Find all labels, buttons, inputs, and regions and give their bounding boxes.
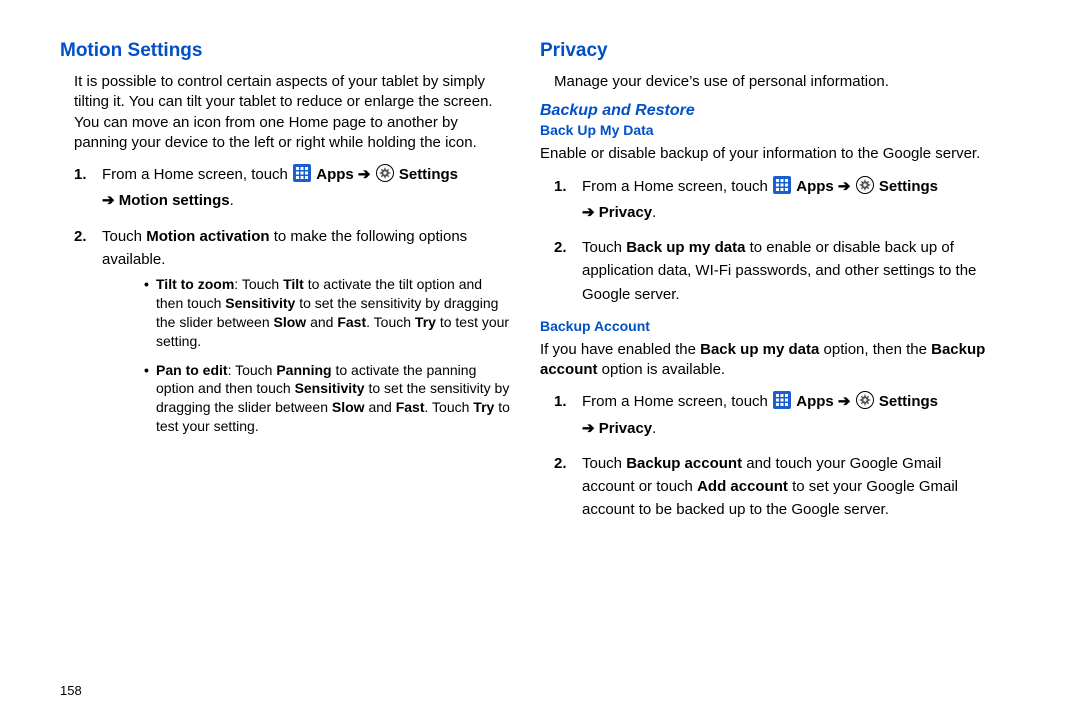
period: . bbox=[230, 192, 234, 209]
text: : Touch bbox=[234, 276, 283, 292]
privacy-label: Privacy bbox=[599, 420, 652, 437]
apps-label: Apps bbox=[796, 178, 838, 195]
text: : Touch bbox=[228, 362, 277, 378]
arrow: ➔ bbox=[102, 192, 119, 209]
try-label: Try bbox=[415, 314, 436, 330]
tilt-label: Tilt bbox=[283, 276, 304, 292]
fast-label: Fast bbox=[396, 399, 425, 415]
privacy-label: Privacy bbox=[599, 204, 652, 221]
privacy-intro: Manage your device’s use of personal inf… bbox=[540, 72, 990, 92]
text: and bbox=[306, 314, 337, 330]
sensitivity-label: Sensitivity bbox=[225, 295, 295, 311]
motion-intro: It is possible to control certain aspect… bbox=[60, 72, 510, 153]
period: . bbox=[652, 204, 656, 221]
motion-bullets: Tilt to zoom: Touch Tilt to activate the… bbox=[102, 275, 510, 436]
text: Touch bbox=[582, 455, 626, 472]
text: . Touch bbox=[366, 314, 415, 330]
bullet-pan: Pan to edit: Touch Panning to activate t… bbox=[102, 361, 510, 437]
page-number: 158 bbox=[60, 683, 82, 698]
backup-account-intro: If you have enabled the Back up my data … bbox=[540, 340, 990, 381]
back-up-my-data-label: Back up my data bbox=[626, 239, 745, 256]
arrow: ➔ bbox=[582, 420, 599, 437]
motion-activation-label: Motion activation bbox=[146, 228, 269, 245]
backup-account-steps: From a Home screen, touch Apps ➔ Setting… bbox=[540, 390, 990, 521]
apps-label: Apps bbox=[796, 393, 838, 410]
text: . Touch bbox=[425, 399, 474, 415]
slow-label: Slow bbox=[274, 314, 307, 330]
slow-label: Slow bbox=[332, 399, 365, 415]
heading-backup-account: Backup Account bbox=[540, 318, 990, 334]
text: option is available. bbox=[598, 361, 726, 378]
panning-label: Panning bbox=[276, 362, 331, 378]
apps-icon bbox=[293, 164, 311, 189]
right-column: Privacy Manage your device’s use of pers… bbox=[540, 40, 1020, 700]
backup-step-1: From a Home screen, touch Apps ➔ Setting… bbox=[540, 175, 990, 225]
tilt-to-zoom-label: Tilt to zoom bbox=[156, 276, 234, 292]
back-up-my-data-label: Back up my data bbox=[700, 341, 819, 358]
arrow: ➔ bbox=[838, 393, 855, 410]
sensitivity-label: Sensitivity bbox=[295, 380, 365, 396]
add-account-label: Add account bbox=[697, 478, 788, 495]
settings-gear-icon bbox=[856, 391, 874, 416]
bullet-tilt: Tilt to zoom: Touch Tilt to activate the… bbox=[102, 275, 510, 351]
heading-backup-restore: Backup and Restore bbox=[540, 102, 990, 120]
settings-label: Settings bbox=[879, 393, 938, 410]
motion-settings-label: Motion settings bbox=[119, 192, 230, 209]
motion-steps: From a Home screen, touch Apps ➔ Setting… bbox=[60, 163, 510, 436]
apps-icon bbox=[773, 176, 791, 201]
text: From a Home screen, touch bbox=[582, 178, 772, 195]
page: Motion Settings It is possible to contro… bbox=[0, 0, 1080, 720]
fast-label: Fast bbox=[337, 314, 366, 330]
motion-step-1: From a Home screen, touch Apps ➔ Setting… bbox=[60, 163, 510, 213]
apps-label: Apps bbox=[316, 166, 358, 183]
backup-intro: Enable or disable backup of your informa… bbox=[540, 144, 990, 164]
text: From a Home screen, touch bbox=[102, 166, 292, 183]
pan-to-edit-label: Pan to edit bbox=[156, 362, 228, 378]
text: and bbox=[365, 399, 396, 415]
text: From a Home screen, touch bbox=[582, 393, 772, 410]
settings-gear-icon bbox=[376, 164, 394, 189]
settings-label: Settings bbox=[879, 178, 938, 195]
backup-steps: From a Home screen, touch Apps ➔ Setting… bbox=[540, 175, 990, 306]
arrow: ➔ bbox=[838, 178, 855, 195]
heading-back-up-my-data: Back Up My Data bbox=[540, 122, 990, 138]
arrow: ➔ bbox=[582, 204, 599, 221]
backup-account-step-2: Touch Backup account and touch your Goog… bbox=[540, 452, 990, 522]
text: option, then the bbox=[819, 341, 931, 358]
settings-gear-icon bbox=[856, 176, 874, 201]
try-label: Try bbox=[473, 399, 494, 415]
text: Touch bbox=[582, 239, 626, 256]
heading-motion-settings: Motion Settings bbox=[60, 40, 510, 62]
period: . bbox=[652, 420, 656, 437]
backup-account-step-1: From a Home screen, touch Apps ➔ Setting… bbox=[540, 390, 990, 440]
text: Touch bbox=[102, 228, 146, 245]
backup-account-label: Backup account bbox=[626, 455, 742, 472]
apps-icon bbox=[773, 391, 791, 416]
backup-step-2: Touch Back up my data to enable or disab… bbox=[540, 236, 990, 306]
motion-step-2: Touch Motion activation to make the foll… bbox=[60, 225, 510, 437]
heading-privacy: Privacy bbox=[540, 40, 990, 62]
arrow: ➔ bbox=[358, 166, 375, 183]
settings-label: Settings bbox=[399, 166, 458, 183]
left-column: Motion Settings It is possible to contro… bbox=[60, 40, 540, 700]
text: If you have enabled the bbox=[540, 341, 700, 358]
